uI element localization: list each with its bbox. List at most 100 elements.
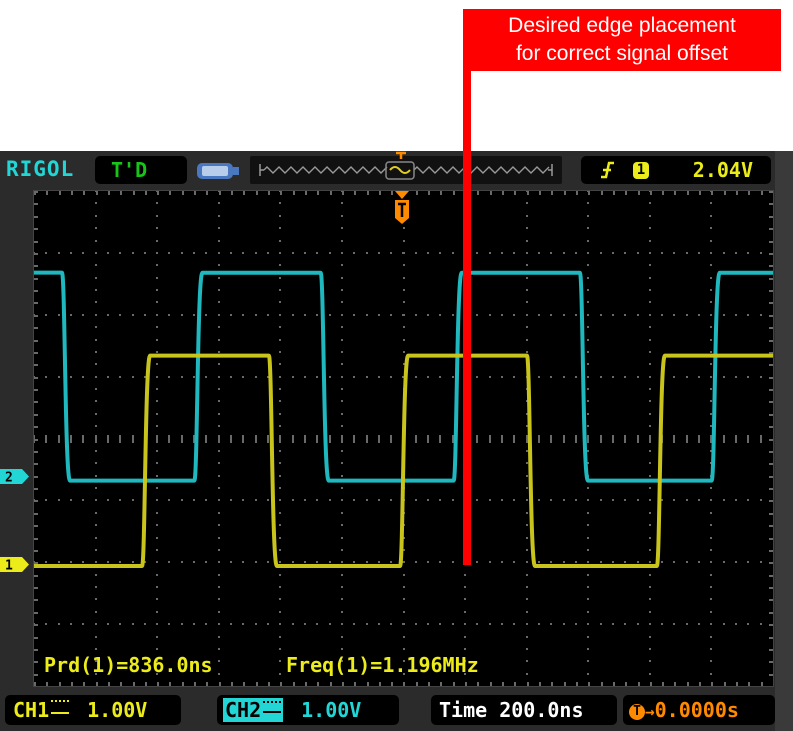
border-tick bbox=[551, 191, 553, 195]
grid-dot bbox=[366, 314, 368, 316]
ch1-scale-readout[interactable]: CH1 1.00V bbox=[5, 695, 181, 725]
border-tick bbox=[96, 191, 98, 195]
border-tick bbox=[34, 352, 38, 354]
grid-dot bbox=[144, 623, 146, 625]
border-tick bbox=[169, 682, 171, 686]
border-tick bbox=[342, 682, 344, 686]
border-tick bbox=[769, 364, 773, 366]
grid-dot bbox=[292, 623, 294, 625]
grid-dot bbox=[316, 252, 318, 254]
trigger-info[interactable]: 1 2.04V bbox=[581, 156, 771, 184]
grid-dot bbox=[673, 252, 675, 254]
grid-dot bbox=[95, 636, 97, 638]
grid-dot bbox=[710, 252, 712, 254]
grid-dot bbox=[95, 648, 97, 650]
grid-dot bbox=[489, 252, 491, 254]
grid-dot bbox=[267, 252, 269, 254]
border-tick bbox=[769, 389, 773, 391]
ch1-marker-label: 1 bbox=[5, 558, 13, 573]
grid-dot bbox=[415, 314, 417, 316]
grid-dot bbox=[575, 561, 577, 563]
grid-dot bbox=[329, 561, 331, 563]
grid-dot bbox=[710, 586, 712, 588]
grid-dot bbox=[279, 586, 281, 588]
dc-coupling-icon bbox=[263, 701, 282, 713]
grid-dot bbox=[403, 598, 405, 600]
grid-dot bbox=[526, 586, 528, 588]
grid-dot bbox=[710, 376, 712, 378]
grid-dot bbox=[575, 252, 577, 254]
grid-dot bbox=[710, 240, 712, 242]
ch2-offset-marker[interactable]: 2 bbox=[0, 468, 30, 485]
border-tick bbox=[551, 682, 553, 686]
grid-dot bbox=[341, 636, 343, 638]
grid-dot bbox=[341, 413, 343, 415]
grid-dot bbox=[205, 561, 207, 563]
grid-dot bbox=[710, 400, 712, 402]
border-tick bbox=[769, 216, 773, 218]
border-tick bbox=[625, 682, 627, 686]
grid-dot bbox=[686, 499, 688, 501]
border-tick bbox=[711, 682, 713, 686]
grid-dot bbox=[279, 524, 281, 526]
grid-dot bbox=[58, 314, 60, 316]
border-tick bbox=[662, 191, 664, 195]
grid-dot bbox=[526, 673, 528, 675]
grid-dot bbox=[156, 487, 158, 489]
border-tick bbox=[34, 661, 38, 663]
border-tick bbox=[428, 191, 430, 195]
grid-dot bbox=[587, 301, 589, 303]
grid-dot bbox=[341, 301, 343, 303]
border-tick bbox=[440, 191, 442, 195]
grid-dot bbox=[526, 326, 528, 328]
grid-dot bbox=[760, 561, 762, 563]
ch1-offset-marker[interactable]: 1 bbox=[0, 556, 30, 573]
grid-dot bbox=[341, 475, 343, 477]
border-tick bbox=[182, 191, 184, 195]
grid-dot bbox=[366, 499, 368, 501]
grid-dot bbox=[304, 376, 306, 378]
grid-dot bbox=[649, 462, 651, 464]
grid-dot bbox=[390, 252, 392, 254]
grid-dot bbox=[341, 339, 343, 341]
grid-dot bbox=[649, 252, 651, 254]
grid-dot bbox=[673, 623, 675, 625]
grid-dot bbox=[402, 623, 404, 625]
grid-dot bbox=[612, 252, 614, 254]
trigger-offset-readout[interactable]: T →0.0000s bbox=[623, 695, 775, 725]
grid-dot bbox=[403, 636, 405, 638]
grid-dot bbox=[501, 623, 503, 625]
border-tick bbox=[34, 203, 38, 205]
grid-dot bbox=[513, 252, 515, 254]
grid-dot bbox=[649, 499, 651, 501]
grid-dot bbox=[279, 227, 281, 229]
border-tick bbox=[748, 682, 750, 686]
grid-dot bbox=[526, 339, 528, 341]
border-tick bbox=[34, 401, 38, 403]
grid-dot bbox=[279, 388, 281, 390]
grid-dot bbox=[205, 499, 207, 501]
grid-dot bbox=[649, 673, 651, 675]
timebase-readout[interactable]: Time 200.0ns bbox=[431, 695, 617, 725]
grid-dot bbox=[156, 636, 158, 638]
border-tick bbox=[59, 191, 61, 195]
grid-dot bbox=[526, 264, 528, 266]
border-tick bbox=[769, 599, 773, 601]
grid-dot bbox=[341, 400, 343, 402]
ch2-scale-readout[interactable]: CH2 1.00V bbox=[217, 695, 399, 725]
grid-dot bbox=[390, 561, 392, 563]
trigger-time-marker-icon[interactable] bbox=[393, 190, 411, 226]
border-tick bbox=[34, 253, 38, 255]
grid-dot bbox=[624, 623, 626, 625]
grid-dot bbox=[341, 586, 343, 588]
border-tick bbox=[674, 191, 676, 195]
grid-dot bbox=[415, 252, 417, 254]
grid-dot bbox=[132, 252, 134, 254]
grid-dot bbox=[526, 660, 528, 662]
grid-dot bbox=[304, 314, 306, 316]
grid-dot bbox=[476, 623, 478, 625]
border-tick bbox=[477, 191, 479, 195]
grid-dot bbox=[452, 561, 454, 563]
grid-dot bbox=[403, 301, 405, 303]
grid-dot bbox=[279, 574, 281, 576]
